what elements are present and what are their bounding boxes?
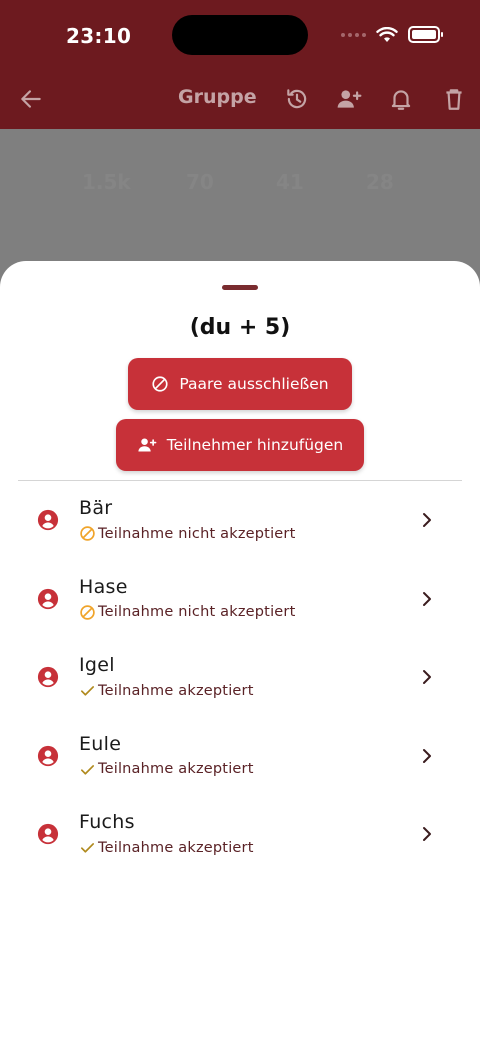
participation-status: Teilnahme akzeptiert [98,682,254,699]
checkmark-icon [80,843,95,853]
back-arrow-icon[interactable] [18,86,44,112]
stat-value: 1.5k [82,170,131,194]
person-avatar-icon [37,745,59,766]
stat-value: 28 [366,170,394,194]
chevron-right-icon [423,670,431,684]
drag-handle[interactable] [222,285,258,290]
status-time: 23:10 [66,24,132,48]
add-person-icon[interactable] [336,86,362,112]
exclude-pairs-label: Paare ausschließen [179,375,329,393]
participant-name: Eule [79,732,122,755]
chevron-right-icon [423,513,431,527]
participation-status: Teilnahme nicht akzeptiert [98,525,296,542]
sheet-title: (du + 5) [189,315,291,340]
checkmark-icon [80,686,95,696]
not-accepted-icon [80,526,95,541]
participant-row[interactable]: Igel Teilnahme akzeptiert [0,644,480,723]
exclude-pairs-button[interactable]: Paare ausschließen [128,358,352,410]
stat-value: 70 [186,170,214,194]
participant-row[interactable]: Bär Teilnahme nicht akzeptiert [0,487,480,566]
divider [18,480,462,481]
chevron-right-icon [423,591,431,606]
checkmark-icon [80,764,95,775]
chevron-right-icon [423,748,431,763]
page-title: Gruppe [178,86,257,108]
person-avatar-icon [37,588,59,609]
person-avatar-icon [37,509,59,531]
background-stats: 1.5k 70 41 28 [0,170,480,200]
participant-name: Fuchs [79,811,135,833]
wifi-icon [376,26,398,42]
person-avatar-icon [37,823,59,845]
dynamic-island [172,15,308,55]
add-participant-button[interactable]: Teilnehmer hinzufügen [116,419,364,471]
participant-row[interactable]: Hase Teilnahme nicht akzeptiert [0,566,480,645]
participation-status: Teilnahme akzeptiert [98,839,254,856]
trash-icon[interactable] [441,86,467,112]
status-indicators [341,26,443,43]
history-icon[interactable] [284,86,310,112]
add-person-icon [138,438,157,452]
app-bar: 23:10 Gruppe [0,0,480,129]
block-icon [152,376,168,392]
battery-icon [408,26,443,43]
participant-name: Igel [79,654,115,676]
person-avatar-icon [37,666,59,688]
chevron-right-icon [423,827,431,841]
participant-list: Bär Teilnahme nicht akzeptiert Hase Teil… [0,487,480,880]
participants-bottom-sheet: (du + 5) Paare ausschließen Teilnehmer h… [0,261,480,1043]
participant-row[interactable]: Fuchs Teilnahme akzeptiert [0,801,480,880]
signal-icon [341,32,366,37]
not-accepted-icon [80,604,95,620]
participation-status: Teilnahme akzeptiert [98,761,254,777]
participant-row[interactable]: Eule Teilnahme akzeptiert [0,723,480,802]
participation-status: Teilnahme nicht akzeptiert [98,604,296,620]
participant-name: Hase [79,575,128,598]
stat-value: 41 [276,170,304,194]
participant-name: Bär [79,497,113,519]
bell-icon[interactable] [388,86,414,112]
add-participant-label: Teilnehmer hinzufügen [166,436,344,454]
